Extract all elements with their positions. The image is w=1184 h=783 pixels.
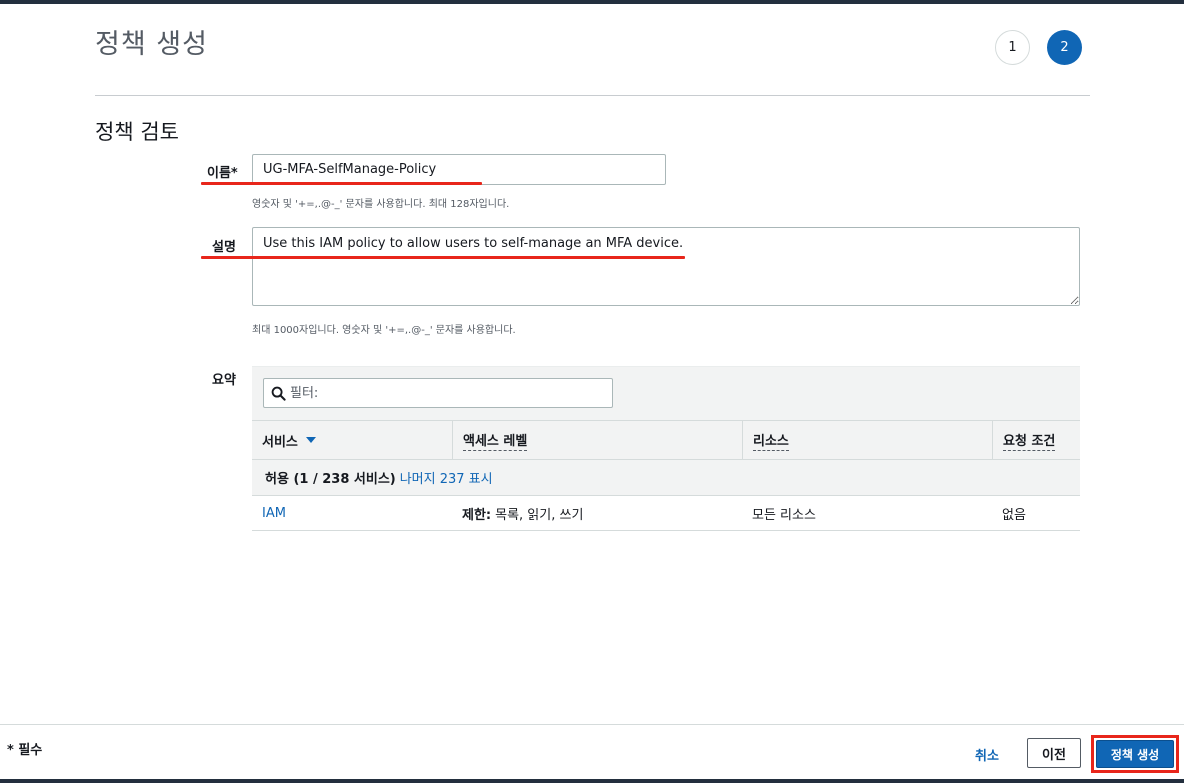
sort-descending-icon[interactable] [305, 437, 316, 443]
filter-box[interactable] [263, 378, 613, 408]
table-header-row: 서비스 액세스 레벨 리소스 요청 조건 [252, 420, 1080, 460]
page-title: 정책 생성 [95, 29, 208, 60]
column-header-request-condition-label: 요청 조건 [1003, 430, 1056, 451]
name-highlight-underline [201, 182, 482, 185]
policy-description-textarea[interactable]: Use this IAM policy to allow users to se… [252, 227, 1080, 306]
name-hint: 영숫자 및 '+=,.@-_' 문자를 사용합니다. 최대 128자입니다. [252, 199, 510, 210]
access-level-value: 목록, 읽기, 쓰기 [495, 507, 584, 523]
summary-label: 요약 [212, 373, 236, 388]
description-hint: 최대 1000자입니다. 영숫자 및 '+=,.@-_' 문자를 사용합니다. [252, 325, 516, 336]
request-condition-cell: 없음 [1002, 507, 1026, 523]
allow-group-label: 허용 (1 / 238 서비스) [265, 472, 396, 487]
access-level-prefix: 제한: [462, 507, 492, 523]
allow-group-row: 허용 (1 / 238 서비스) 나머지 237 표시 [252, 460, 1080, 496]
create-policy-button[interactable]: 정책 생성 [1096, 740, 1174, 768]
step-indicator-2-active[interactable]: 2 [1047, 30, 1082, 65]
search-icon [271, 386, 286, 401]
column-header-access-level[interactable]: 액세스 레벨 [452, 421, 742, 459]
cancel-link[interactable]: 취소 [975, 745, 999, 764]
column-header-resource[interactable]: 리소스 [742, 421, 992, 459]
footer-bar: * 필수 취소 이전 정책 생성 [0, 724, 1184, 779]
column-header-resource-label: 리소스 [753, 430, 789, 451]
access-level-cell: 제한: 목록, 읽기, 쓰기 [462, 496, 583, 530]
column-header-service-label: 서비스 [262, 434, 298, 450]
name-label: 이름* [207, 166, 238, 181]
section-title: 정책 검토 [95, 120, 179, 144]
filter-input[interactable] [290, 383, 590, 403]
step-indicator-1[interactable]: 1 [995, 30, 1030, 65]
description-highlight-underline [201, 256, 685, 259]
filter-bar [252, 366, 1080, 420]
header-divider [95, 95, 1090, 96]
description-label: 설명 [212, 240, 236, 255]
resource-cell: 모든 리소스 [752, 507, 816, 523]
column-header-access-level-label: 액세스 레벨 [463, 430, 528, 451]
required-note: * 필수 [7, 743, 43, 758]
service-link-iam[interactable]: IAM [262, 496, 286, 530]
column-header-request-condition[interactable]: 요청 조건 [992, 421, 1080, 459]
create-button-highlight: 정책 생성 [1091, 735, 1179, 773]
policy-name-input[interactable] [252, 154, 666, 185]
summary-table: 서비스 액세스 레벨 리소스 요청 조건 허용 (1 / 238 서비스) 나머… [252, 366, 1080, 531]
table-row: IAM 제한: 목록, 읽기, 쓰기 모든 리소스 없음 [252, 496, 1080, 531]
top-nav-strip [0, 0, 1184, 4]
bottom-strip [0, 779, 1184, 783]
show-remaining-link[interactable]: 나머지 237 표시 [400, 468, 493, 487]
column-header-service[interactable]: 서비스 [252, 421, 452, 459]
previous-button[interactable]: 이전 [1027, 738, 1081, 768]
